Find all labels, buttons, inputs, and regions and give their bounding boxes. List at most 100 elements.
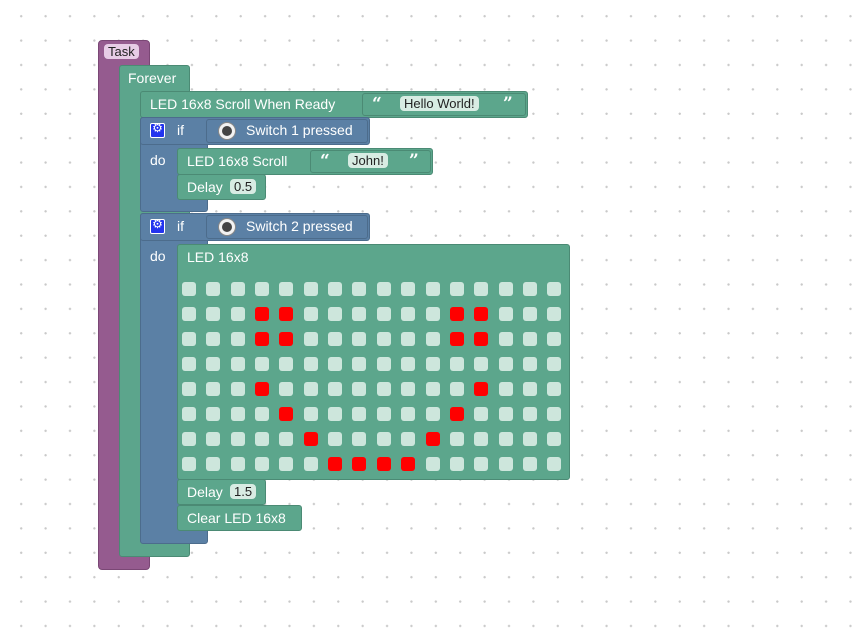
led-pixel-off[interactable]: [426, 332, 440, 346]
led-pixel-off[interactable]: [450, 457, 464, 471]
led-pixel-off[interactable]: [499, 282, 513, 296]
led-pixel-off[interactable]: [206, 382, 220, 396]
led-pixel-off[interactable]: [499, 407, 513, 421]
led-pixel-off[interactable]: [328, 382, 342, 396]
led-pixel-off[interactable]: [352, 407, 366, 421]
led-pixel-off[interactable]: [182, 357, 196, 371]
led-pixel-off[interactable]: [352, 382, 366, 396]
led-pixel-on[interactable]: [401, 457, 415, 471]
led-pixel-off[interactable]: [450, 282, 464, 296]
led-pixel-off[interactable]: [231, 407, 245, 421]
led-pixel-off[interactable]: [328, 282, 342, 296]
led-pixel-on[interactable]: [474, 382, 488, 396]
led-pixel-off[interactable]: [279, 457, 293, 471]
scroll-when-ready-text[interactable]: Hello World!: [400, 96, 479, 111]
led-pixel-off[interactable]: [255, 457, 269, 471]
led-pixel-off[interactable]: [304, 382, 318, 396]
led-pixel-off[interactable]: [304, 282, 318, 296]
led-pixel-on[interactable]: [352, 457, 366, 471]
led-pixel-on[interactable]: [304, 432, 318, 446]
led-pixel-off[interactable]: [426, 282, 440, 296]
led-pixel-off[interactable]: [426, 307, 440, 321]
led-pixel-off[interactable]: [206, 407, 220, 421]
led-pixel-off[interactable]: [401, 407, 415, 421]
led-pixel-off[interactable]: [255, 357, 269, 371]
led-pixel-off[interactable]: [499, 457, 513, 471]
led-pixel-off[interactable]: [523, 282, 537, 296]
led-pixel-off[interactable]: [377, 407, 391, 421]
led-pixel-off[interactable]: [206, 457, 220, 471]
led-pixel-off[interactable]: [499, 332, 513, 346]
led-pixel-off[interactable]: [401, 432, 415, 446]
led-pixel-off[interactable]: [206, 357, 220, 371]
led-pixel-off[interactable]: [206, 332, 220, 346]
led-pixel-off[interactable]: [426, 357, 440, 371]
led-pixel-off[interactable]: [426, 382, 440, 396]
led-pixel-off[interactable]: [304, 307, 318, 321]
led-pixel-off[interactable]: [182, 432, 196, 446]
led-pixel-off[interactable]: [328, 407, 342, 421]
led-pixel-off[interactable]: [474, 357, 488, 371]
led-pixel-off[interactable]: [401, 357, 415, 371]
led-pixel-on[interactable]: [255, 332, 269, 346]
led-pixel-off[interactable]: [523, 357, 537, 371]
if2-gear-icon[interactable]: [150, 217, 165, 234]
led-pixel-off[interactable]: [352, 307, 366, 321]
led-pixel-off[interactable]: [499, 357, 513, 371]
led-pixel-off[interactable]: [279, 432, 293, 446]
led-pixel-on[interactable]: [450, 407, 464, 421]
led-pixel-off[interactable]: [182, 282, 196, 296]
led-pixel-off[interactable]: [499, 307, 513, 321]
led-pixel-off[interactable]: [499, 382, 513, 396]
led-pixel-off[interactable]: [206, 307, 220, 321]
led-pixel-off[interactable]: [231, 432, 245, 446]
led-pixel-off[interactable]: [547, 307, 561, 321]
led-pixel-off[interactable]: [474, 432, 488, 446]
led-pixel-on[interactable]: [255, 307, 269, 321]
led-pixel-off[interactable]: [523, 432, 537, 446]
led-pixel-off[interactable]: [328, 332, 342, 346]
led-pixel-off[interactable]: [352, 332, 366, 346]
led-matrix-grid[interactable]: [182, 282, 562, 475]
led-pixel-off[interactable]: [401, 332, 415, 346]
led-pixel-off[interactable]: [279, 282, 293, 296]
led-pixel-on[interactable]: [279, 407, 293, 421]
led-pixel-off[interactable]: [328, 307, 342, 321]
led-pixel-on[interactable]: [328, 457, 342, 471]
led-pixel-off[interactable]: [377, 432, 391, 446]
led-pixel-on[interactable]: [377, 457, 391, 471]
led-pixel-off[interactable]: [304, 457, 318, 471]
led-pixel-off[interactable]: [547, 282, 561, 296]
led-pixel-off[interactable]: [426, 407, 440, 421]
led-pixel-off[interactable]: [474, 282, 488, 296]
led-pixel-on[interactable]: [474, 332, 488, 346]
led-pixel-off[interactable]: [377, 282, 391, 296]
led-pixel-off[interactable]: [328, 432, 342, 446]
led-pixel-off[interactable]: [255, 407, 269, 421]
led-pixel-off[interactable]: [377, 382, 391, 396]
led-pixel-off[interactable]: [401, 282, 415, 296]
led-pixel-on[interactable]: [279, 332, 293, 346]
led-pixel-off[interactable]: [450, 432, 464, 446]
led-pixel-off[interactable]: [231, 357, 245, 371]
led-pixel-off[interactable]: [377, 332, 391, 346]
led-pixel-on[interactable]: [255, 382, 269, 396]
led-pixel-off[interactable]: [304, 357, 318, 371]
led-pixel-off[interactable]: [547, 457, 561, 471]
led-pixel-off[interactable]: [304, 332, 318, 346]
led-pixel-off[interactable]: [547, 432, 561, 446]
led-pixel-off[interactable]: [474, 457, 488, 471]
led-pixel-on[interactable]: [474, 307, 488, 321]
led-pixel-off[interactable]: [231, 382, 245, 396]
led-pixel-on[interactable]: [426, 432, 440, 446]
led-pixel-off[interactable]: [231, 307, 245, 321]
led-pixel-off[interactable]: [206, 432, 220, 446]
led-pixel-off[interactable]: [182, 382, 196, 396]
led-pixel-off[interactable]: [182, 407, 196, 421]
led-pixel-off[interactable]: [547, 332, 561, 346]
led-pixel-off[interactable]: [523, 382, 537, 396]
led-pixel-off[interactable]: [499, 432, 513, 446]
led-pixel-off[interactable]: [279, 382, 293, 396]
led-pixel-off[interactable]: [231, 457, 245, 471]
if2-delay-value[interactable]: 1.5: [230, 484, 257, 499]
